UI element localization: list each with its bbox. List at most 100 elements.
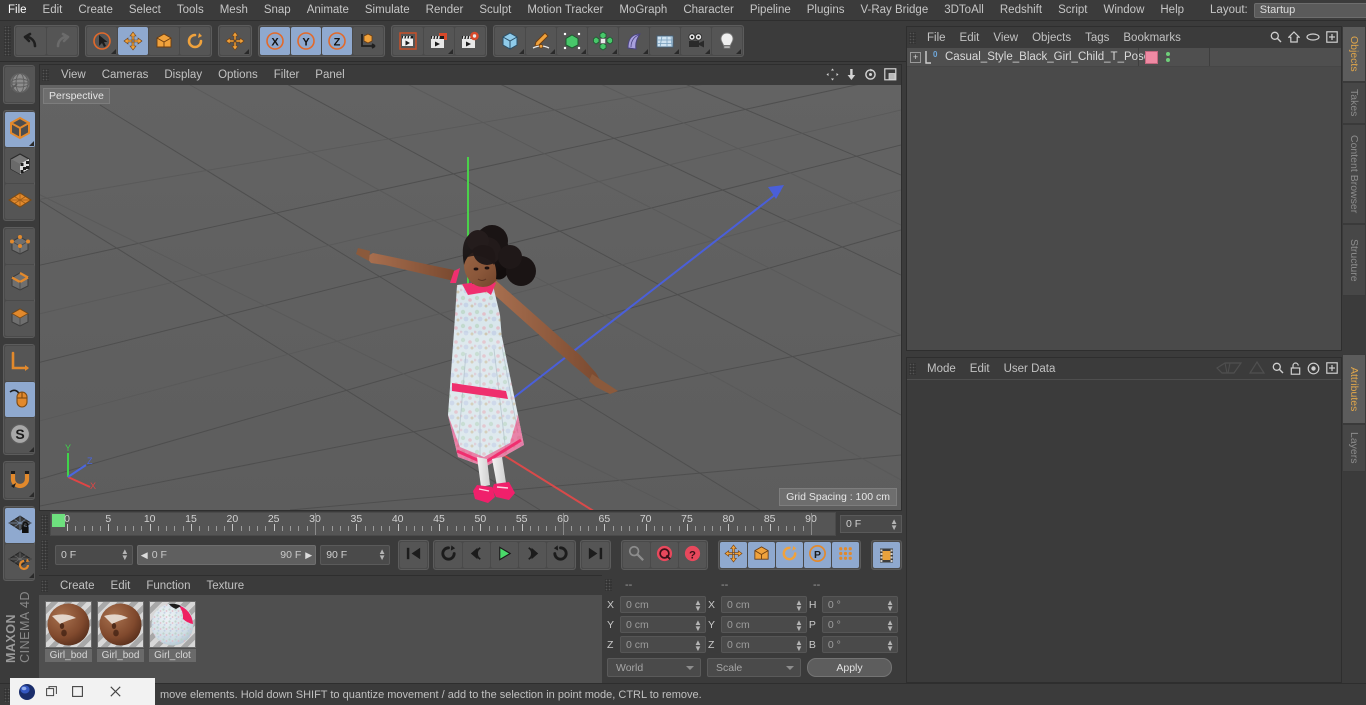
zoom-icon[interactable]: [846, 68, 857, 84]
material-tag[interactable]: [1145, 50, 1158, 64]
rotation-p-field[interactable]: 0 ° ▲ ▼: [821, 616, 899, 633]
redo-button[interactable]: [47, 27, 77, 55]
menu-item-simulate[interactable]: Simulate: [357, 0, 418, 20]
toolbar-grip[interactable]: [4, 26, 11, 56]
pan-icon[interactable]: [826, 68, 839, 84]
add-cube-button[interactable]: [495, 27, 525, 55]
attributes-menu-item-user-data[interactable]: User Data: [997, 363, 1063, 375]
spinner-icon[interactable]: ▲ ▼: [795, 619, 803, 633]
undo-view-button[interactable]: [5, 67, 35, 102]
right-tab-content-browser[interactable]: Content Browser: [1342, 124, 1366, 224]
object-row[interactable]: +0 Casual_Style_Black_Girl_Child_T_Pose: [907, 48, 1341, 67]
undo-button[interactable]: [16, 27, 46, 55]
menu-item-plugins[interactable]: Plugins: [799, 0, 853, 20]
current-frame-input[interactable]: 0 F ▲ ▼: [55, 545, 133, 565]
go-to-start-button[interactable]: [400, 542, 427, 568]
end-frame-input[interactable]: 90 F ▲ ▼: [320, 545, 390, 565]
cinema4d-app-icon[interactable]: [18, 682, 38, 702]
go-to-end-button[interactable]: [582, 542, 609, 568]
add-layer-icon[interactable]: [1326, 31, 1338, 46]
parameter-key-button[interactable]: P: [804, 542, 831, 568]
timeline-controls-grip[interactable]: [41, 540, 48, 570]
move-tool-secondary[interactable]: [220, 27, 250, 55]
material-menu-item-edit[interactable]: Edit: [103, 580, 139, 592]
move-tool[interactable]: [118, 27, 148, 55]
lock-z-axis-button[interactable]: Z: [322, 27, 352, 55]
orbit-icon[interactable]: [864, 68, 877, 84]
viewport-menu-item-display[interactable]: Display: [156, 66, 210, 84]
visibility-dots[interactable]: [1166, 52, 1170, 62]
spinner-icon[interactable]: ▲ ▼: [886, 639, 894, 653]
material-list[interactable]: Girl_bod Girl_bod Girl_clot: [39, 595, 602, 683]
add-deformer-button[interactable]: [619, 27, 649, 55]
menu-item-script[interactable]: Script: [1050, 0, 1095, 20]
step-forward-button[interactable]: [519, 542, 546, 568]
menu-item-v-ray-bridge[interactable]: V-Ray Bridge: [852, 0, 936, 20]
spinner-icon[interactable]: ▲ ▼: [121, 548, 129, 562]
object-menu-item-file[interactable]: File: [920, 32, 953, 44]
spinner-icon[interactable]: ▲ ▼: [890, 518, 898, 532]
object-menu-item-tags[interactable]: Tags: [1078, 32, 1116, 44]
spinner-icon[interactable]: ▲ ▼: [886, 619, 894, 633]
menu-item-edit[interactable]: Edit: [35, 0, 71, 20]
menu-item-mograph[interactable]: MoGraph: [611, 0, 675, 20]
edges-mode-button[interactable]: [5, 265, 35, 300]
right-tab-attributes[interactable]: Attributes: [1342, 354, 1366, 424]
ellipse-icon[interactable]: [1306, 32, 1320, 45]
scale-key-button[interactable]: [748, 542, 775, 568]
spinner-icon[interactable]: ▲ ▼: [694, 639, 702, 653]
preview-range-slider[interactable]: ◀ 0 F 90 F ▶: [136, 545, 317, 565]
position-key-button[interactable]: [720, 542, 747, 568]
size-y-field[interactable]: 0 cm ▲ ▼: [720, 616, 807, 633]
coordinate-system-dropdown[interactable]: World: [607, 658, 701, 677]
maximize-viewport-icon[interactable]: [884, 68, 897, 84]
position-y-field[interactable]: 0 cm ▲ ▼: [620, 616, 706, 633]
object-manager-grip[interactable]: [909, 31, 916, 44]
home-icon[interactable]: [1287, 31, 1301, 46]
object-menu-item-view[interactable]: View: [986, 32, 1025, 44]
make-editable-button[interactable]: [5, 112, 35, 147]
rotation-key-button[interactable]: [776, 542, 803, 568]
menu-item-mesh[interactable]: Mesh: [212, 0, 256, 20]
rotation-b-field[interactable]: 0 ° ▲ ▼: [821, 636, 899, 653]
expand-toggle-icon[interactable]: +: [910, 51, 921, 63]
rotation-h-field[interactable]: 0 ° ▲ ▼: [821, 596, 899, 613]
current-frame-marker[interactable]: [52, 514, 65, 527]
add-tab-icon[interactable]: [1326, 362, 1338, 377]
restore-window-icon[interactable]: [44, 686, 58, 697]
add-environment-button[interactable]: [650, 27, 680, 55]
spinner-icon[interactable]: ▲ ▼: [378, 548, 386, 562]
menu-item-motion-tracker[interactable]: Motion Tracker: [519, 0, 611, 20]
menu-item-help[interactable]: Help: [1152, 0, 1192, 20]
viewport-canvas[interactable]: Perspective Grid Spacing : 100 cm Y X Z: [40, 85, 901, 510]
attributes-menu-item-edit[interactable]: Edit: [963, 363, 997, 375]
range-right-arrow-icon[interactable]: ▶: [305, 550, 312, 561]
material-thumbnail[interactable]: [97, 601, 144, 648]
timeline-grip[interactable]: [41, 515, 48, 535]
lock-x-axis-button[interactable]: X: [260, 27, 290, 55]
viewport-grip[interactable]: [42, 69, 49, 81]
material-menu-item-create[interactable]: Create: [52, 580, 103, 592]
step-back-button[interactable]: [463, 542, 490, 568]
play-button[interactable]: [491, 542, 518, 568]
viewport-menu-item-cameras[interactable]: Cameras: [94, 66, 157, 84]
viewport-menu-item-view[interactable]: View: [53, 66, 94, 84]
menu-item-render[interactable]: Render: [418, 0, 472, 20]
right-tab-objects[interactable]: Objects: [1342, 26, 1366, 82]
material-thumbnail[interactable]: [45, 601, 92, 648]
right-tab-layers[interactable]: Layers: [1342, 424, 1366, 472]
lock-icon[interactable]: [1290, 361, 1301, 378]
rotate-tool[interactable]: [180, 27, 210, 55]
material-menu-item-texture[interactable]: Texture: [198, 580, 252, 592]
menu-item-pipeline[interactable]: Pipeline: [742, 0, 799, 20]
close-window-icon[interactable]: [96, 686, 134, 697]
size-z-field[interactable]: 0 cm ▲ ▼: [720, 636, 807, 653]
add-camera-button[interactable]: [681, 27, 711, 55]
object-menu-item-bookmarks[interactable]: Bookmarks: [1116, 32, 1188, 44]
polygons-mode-button[interactable]: [5, 301, 35, 336]
spinner-icon[interactable]: ▲ ▼: [886, 599, 894, 613]
render-to-picture-viewer-button[interactable]: [424, 27, 454, 55]
menu-item-create[interactable]: Create: [70, 0, 121, 20]
material-item[interactable]: Girl_clot: [149, 601, 197, 683]
menu-item-tools[interactable]: Tools: [169, 0, 212, 20]
